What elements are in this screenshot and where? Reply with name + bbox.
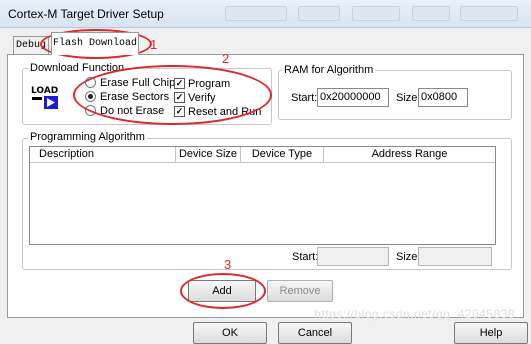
watermark-text: https://blog.csdn.net/qq_42045838	[314, 307, 515, 321]
annotation-circle-3	[180, 273, 266, 309]
column-header-device-size[interactable]: Device Size	[176, 147, 241, 163]
column-header-description[interactable]: Description	[30, 147, 176, 163]
annotation-number-3: 3	[224, 257, 232, 272]
annotation-number-1: 1	[150, 37, 158, 52]
column-header-device-type[interactable]: Device Type	[241, 147, 324, 163]
ram-size-input[interactable]: 0x0800	[418, 88, 468, 107]
ok-button[interactable]: OK	[193, 322, 267, 344]
algo-start-input	[317, 247, 389, 266]
ram-start-input[interactable]: 0x20000000	[317, 88, 389, 107]
window-title: Cortex-M Target Driver Setup	[8, 7, 164, 21]
algorithm-list[interactable]: Description Device Size Device Type Addr…	[29, 146, 496, 245]
load-icon-text: LOAD	[31, 86, 58, 96]
load-icon: LOAD	[30, 83, 64, 111]
algo-size-label: Size:	[396, 251, 421, 263]
programming-algorithm-label: Programming Algorithm	[28, 131, 147, 143]
background-window-ghost	[412, 6, 450, 21]
algo-start-label: Start:	[292, 251, 319, 263]
algo-size-input	[418, 247, 492, 266]
ram-start-label: Start:	[291, 92, 318, 104]
annotation-circle-2	[73, 65, 272, 125]
ram-size-label: Size:	[396, 92, 421, 104]
help-button[interactable]: Help	[454, 322, 528, 344]
remove-button: Remove	[267, 280, 333, 302]
annotation-number-2: 2	[222, 51, 230, 66]
background-window-ghost	[460, 6, 518, 21]
column-header-address-range[interactable]: Address Range	[324, 147, 495, 163]
tab-flash-download[interactable]: Flash Download	[51, 32, 139, 55]
background-window-ghost	[225, 6, 287, 21]
cancel-button[interactable]: Cancel	[278, 322, 352, 344]
ram-algorithm-label: RAM for Algorithm	[282, 64, 376, 76]
background-window-ghost	[298, 6, 340, 21]
background-window-ghost	[352, 6, 400, 21]
title-bar: Cortex-M Target Driver Setup	[0, 0, 531, 28]
tab-flash-download-label: Flash Download	[52, 38, 137, 49]
